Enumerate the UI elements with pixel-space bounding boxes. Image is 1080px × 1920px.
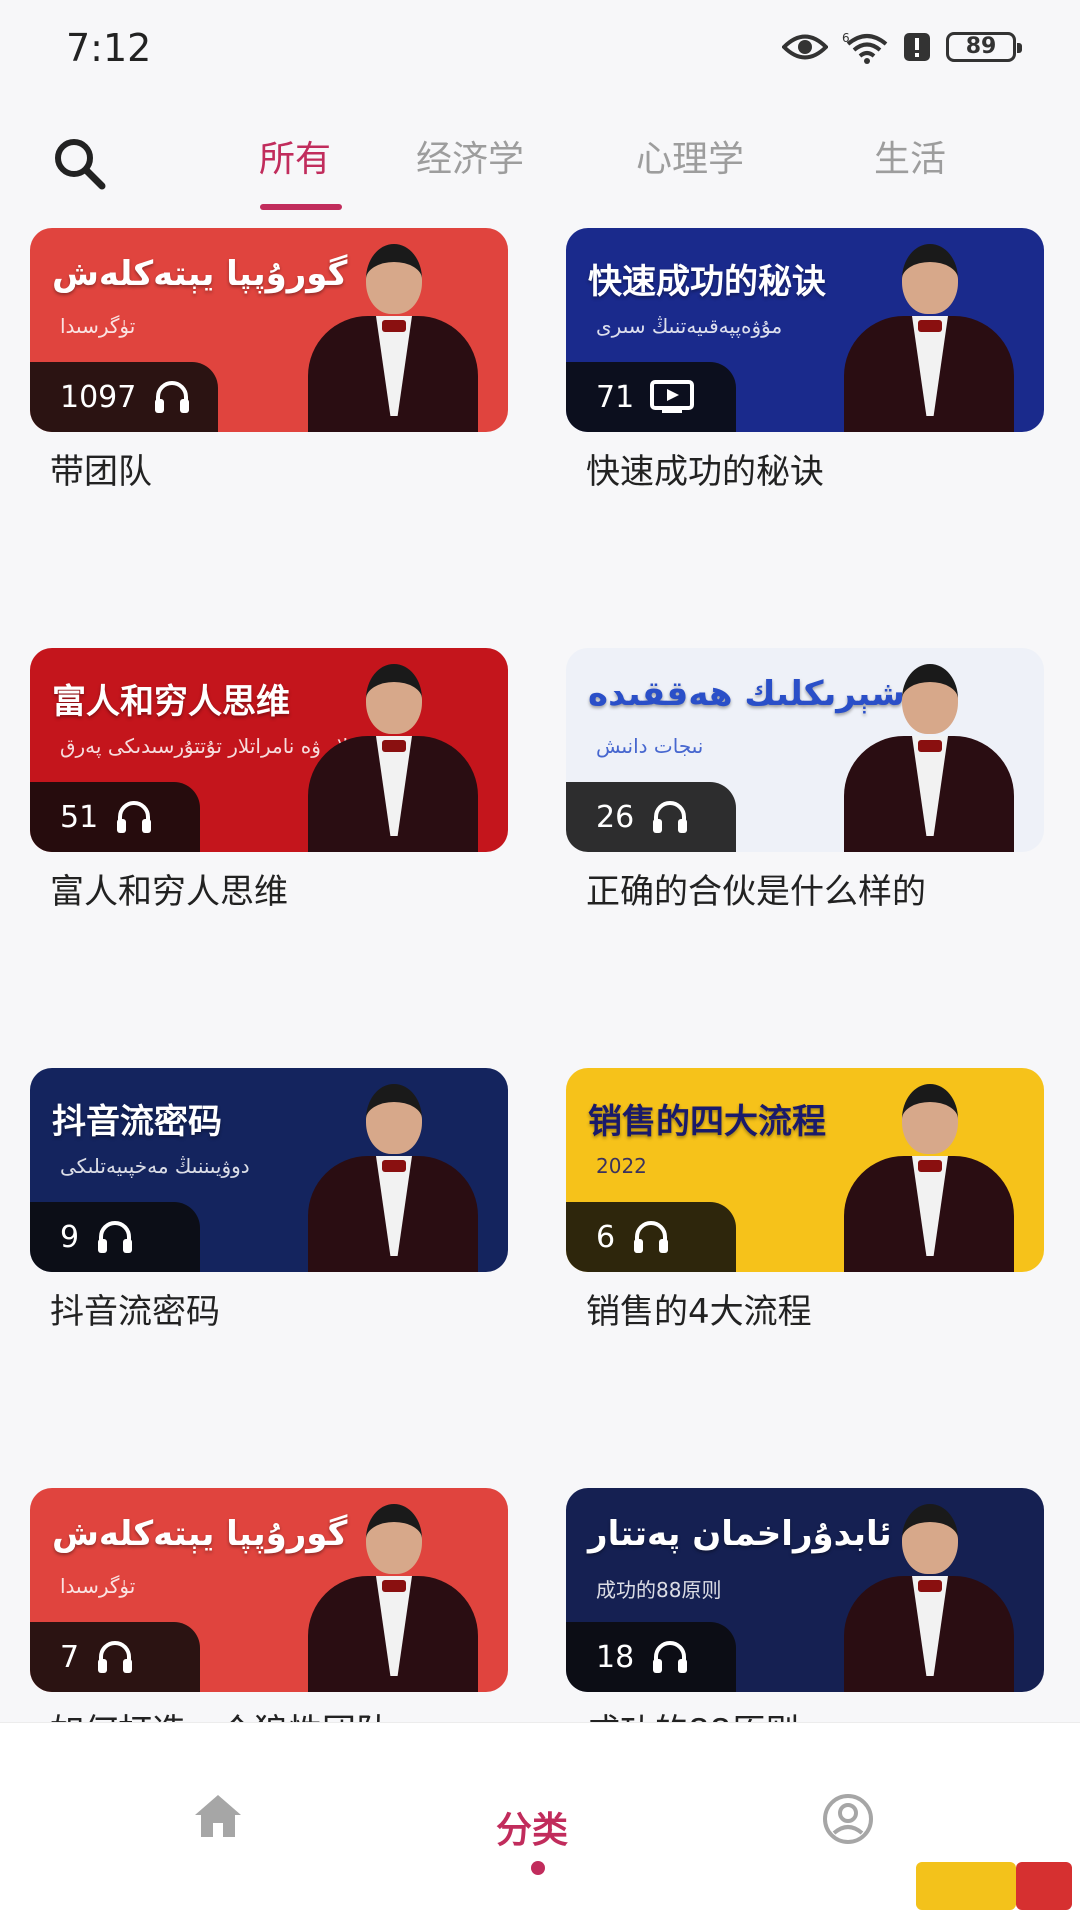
play-count-badge: 71 — [566, 362, 736, 432]
tab-life[interactable]: 生活 — [800, 130, 1020, 210]
play-count-badge: 18 — [566, 1622, 736, 1692]
thumbnail-title: 富人和穷人思维 — [52, 682, 290, 722]
status-time: 7:12 — [66, 26, 152, 70]
headphones-icon — [152, 379, 192, 415]
presenter-image — [308, 1082, 478, 1272]
alert-icon — [902, 31, 932, 63]
watermark-logo — [916, 1858, 1072, 1914]
course-thumbnail[interactable]: گورۇپپا يېتەكلەش تۈگرسىدا 7 — [30, 1488, 508, 1692]
course-title[interactable]: 销售的4大流程 — [586, 1284, 812, 1333]
thumbnail-subtitle: 成功的88原则 — [596, 1578, 722, 1602]
headphones-icon — [95, 1219, 135, 1255]
play-count-badge: 51 — [30, 782, 200, 852]
play-count: 6 — [596, 1219, 616, 1255]
tab-psychology[interactable]: 心理学 — [580, 130, 800, 210]
nav-home[interactable] — [118, 1793, 318, 1839]
headphones-icon — [95, 1639, 135, 1675]
course-title[interactable]: 正确的合伙是什么样的 — [586, 864, 926, 913]
thumbnail-title: 销售的四大流程 — [588, 1102, 826, 1142]
course-thumbnail[interactable]: 富人和穷人思维 باي لار ۋە نامراتلار تۇتتۇرسىدىك… — [30, 648, 508, 852]
course-title[interactable]: 快速成功的秘诀 — [586, 444, 824, 493]
course-card[interactable]: شېرىكلىك ھەققىدە نىجات دانىش 26 正确的合伙是什么… — [566, 648, 1044, 1008]
course-title[interactable]: 抖音流密码 — [50, 1284, 220, 1333]
search-icon — [50, 139, 110, 198]
play-count-badge: 1097 — [30, 362, 219, 432]
status-bar: 7:12 6 89 — [0, 0, 1080, 100]
course-thumbnail[interactable]: ئابدۇراخمان پەتتار 成功的88原则 18 — [566, 1488, 1044, 1692]
thumbnail-subtitle: تۈگرسىدا — [60, 1574, 136, 1598]
course-thumbnail[interactable]: 快速成功的秘诀 مۇۋەپپەقىيەتنىڭ سىرى 71 — [566, 228, 1044, 432]
thumbnail-title: گورۇپپا يېتەكلەش — [52, 1514, 348, 1554]
tab-all[interactable]: 所有 — [230, 130, 360, 210]
play-count: 26 — [596, 799, 635, 835]
category-tabs: 所有 经济学 心理学 生活 — [230, 130, 1020, 210]
headphones-icon — [631, 1219, 671, 1255]
headphones-icon — [650, 1639, 690, 1675]
active-indicator-dot — [531, 1861, 545, 1875]
play-count: 7 — [60, 1639, 80, 1675]
presenter-image — [844, 1082, 1014, 1272]
thumbnail-subtitle: مۇۋەپپەقىيەتنىڭ سىرى — [596, 314, 783, 338]
play-count-badge: 9 — [30, 1202, 200, 1272]
eye-icon — [782, 32, 828, 62]
thumbnail-title: 快速成功的秘诀 — [588, 262, 826, 302]
wifi-icon: 6 — [842, 30, 888, 64]
thumbnail-subtitle: تۈگرسىدا — [60, 314, 136, 338]
presenter-image — [844, 662, 1014, 852]
course-card[interactable]: 抖音流密码 دوۋيىننىڭ مەخپىيەتلىكى 9 抖音流密码 — [30, 1068, 508, 1428]
course-card[interactable]: 快速成功的秘诀 مۇۋەپپەقىيەتنىڭ سىرى 71 快速成功的秘诀 — [566, 228, 1044, 588]
play-count: 18 — [596, 1639, 635, 1675]
course-thumbnail[interactable]: گورۇپپا يېتەكلەش تۈگرسىدا 1097 — [30, 228, 508, 432]
course-thumbnail[interactable]: 抖音流密码 دوۋيىننىڭ مەخپىيەتلىكى 9 — [30, 1068, 508, 1272]
battery-indicator: 89 — [946, 32, 1022, 62]
play-count: 51 — [60, 799, 99, 835]
thumbnail-title: 抖音流密码 — [52, 1102, 222, 1142]
course-card[interactable]: 销售的四大流程 2022 6 销售的4大流程 — [566, 1068, 1044, 1428]
presenter-image — [308, 242, 478, 432]
status-icons: 6 89 — [782, 30, 1022, 64]
search-button[interactable] — [50, 134, 110, 194]
play-count-badge: 26 — [566, 782, 736, 852]
top-bar: 所有 经济学 心理学 生活 — [0, 110, 1080, 230]
course-thumbnail[interactable]: شېرىكلىك ھەققىدە نىجات دانىش 26 — [566, 648, 1044, 852]
course-thumbnail[interactable]: 销售的四大流程 2022 6 — [566, 1068, 1044, 1272]
play-count-badge: 7 — [30, 1622, 200, 1692]
headphones-icon — [114, 799, 154, 835]
play-count: 71 — [596, 379, 635, 415]
tab-economics[interactable]: 经济学 — [360, 130, 580, 210]
play-count: 9 — [60, 1219, 80, 1255]
presenter-image — [844, 1502, 1014, 1692]
thumbnail-subtitle: دوۋيىننىڭ مەخپىيەتلىكى — [60, 1154, 250, 1178]
nav-profile[interactable] — [748, 1793, 948, 1845]
presenter-image — [844, 242, 1014, 432]
play-count: 1097 — [60, 379, 137, 415]
thumbnail-subtitle: 2022 — [596, 1154, 647, 1178]
thumbnail-title: گورۇپپا يېتەكلەش — [52, 254, 348, 294]
course-card[interactable]: گورۇپپا يېتەكلەش تۈگرسىدا 1097 带团队 — [30, 228, 508, 588]
course-card[interactable]: 富人和穷人思维 باي لار ۋە نامراتلار تۇتتۇرسىدىك… — [30, 648, 508, 1008]
video-icon — [650, 380, 695, 414]
course-title[interactable]: 富人和穷人思维 — [50, 864, 288, 913]
nav-category[interactable]: 分类 — [432, 1801, 632, 1853]
play-count-badge: 6 — [566, 1202, 736, 1272]
presenter-image — [308, 662, 478, 852]
presenter-image — [308, 1502, 478, 1692]
headphones-icon — [650, 799, 690, 835]
home-icon — [118, 1793, 318, 1839]
course-title[interactable]: 带团队 — [50, 444, 152, 493]
thumbnail-subtitle: نىجات دانىش — [596, 734, 704, 758]
profile-icon — [748, 1793, 948, 1845]
